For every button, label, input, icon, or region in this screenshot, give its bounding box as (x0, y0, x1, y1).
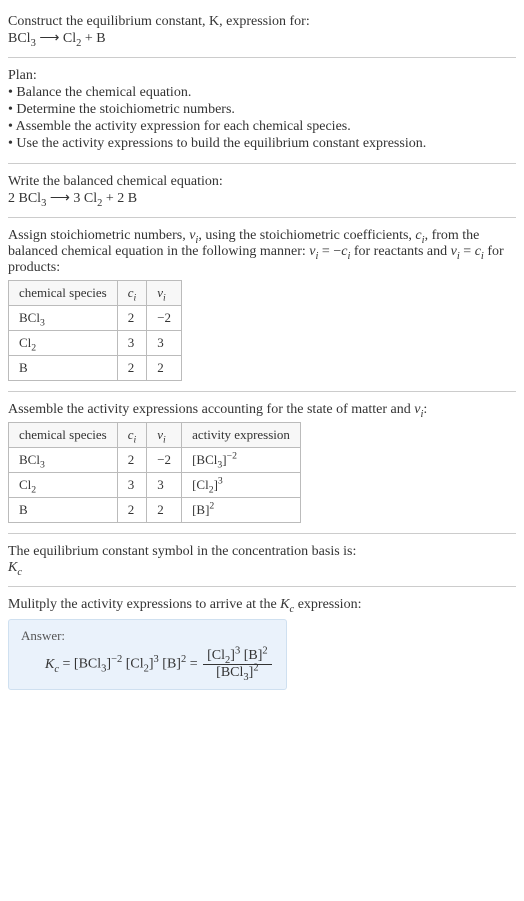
cell-species: Cl2 (9, 331, 118, 356)
answer-expression: Kc = [BCl3]−2 [Cl2]3 [B]2 = [Cl2]3 [B]2 … (21, 648, 274, 681)
cell-activity: [B]2 (182, 498, 301, 523)
cell-ci: 2 (117, 498, 147, 523)
divider (8, 57, 516, 58)
kc-symbol-heading: The equilibrium constant symbol in the c… (8, 544, 516, 560)
activity-section: Assemble the activity expressions accoun… (8, 396, 516, 529)
cell-species: B (9, 356, 118, 381)
cell-species: BCl3 (9, 448, 118, 473)
fraction: [Cl2]3 [B]2 [BCl3]2 (203, 648, 271, 681)
cell-species: Cl2 (9, 473, 118, 498)
cell-species: B (9, 498, 118, 523)
activity-table: chemical species ci νi activity expressi… (8, 422, 301, 523)
balanced-section: Write the balanced chemical equation: 2 … (8, 168, 516, 213)
answer-box: Answer: Kc = [BCl3]−2 [Cl2]3 [B]2 = [Cl2… (8, 619, 287, 690)
balanced-heading: Write the balanced chemical equation: (8, 174, 516, 190)
divider (8, 391, 516, 392)
table-row: BCl3 2 −2 (9, 306, 182, 331)
fraction-numerator: [Cl2]3 [B]2 (203, 648, 271, 665)
stoich-table: chemical species ci νi BCl3 2 −2 Cl2 3 3… (8, 280, 182, 381)
col-ci: ci (117, 281, 147, 306)
cell-ci: 3 (117, 473, 147, 498)
cell-ci: 2 (117, 306, 147, 331)
col-species: chemical species (9, 423, 118, 448)
activity-heading: Assemble the activity expressions accoun… (8, 402, 516, 418)
stoich-heading: Assign stoichiometric numbers, νi, using… (8, 228, 516, 276)
table-row: B 2 2 [B]2 (9, 498, 301, 523)
col-vi: νi (147, 423, 182, 448)
plan-item: • Balance the chemical equation. (8, 85, 516, 101)
plan-section: Plan: • Balance the chemical equation. •… (8, 62, 516, 159)
fraction-denominator: [BCl3]2 (203, 665, 271, 681)
cell-vi: 3 (147, 331, 182, 356)
kc-symbol: Kc (8, 560, 516, 576)
cell-vi: 3 (147, 473, 182, 498)
table-header-row: chemical species ci νi (9, 281, 182, 306)
table-row: B 2 2 (9, 356, 182, 381)
plan-item: • Use the activity expressions to build … (8, 136, 516, 152)
table-row: Cl2 3 3 [Cl2]3 (9, 473, 301, 498)
intro-section: Construct the equilibrium constant, K, e… (8, 8, 516, 53)
intro-line: Construct the equilibrium constant, K, e… (8, 14, 516, 30)
plan-item: • Assemble the activity expression for e… (8, 119, 516, 135)
cell-activity: [Cl2]3 (182, 473, 301, 498)
cell-vi: −2 (147, 306, 182, 331)
balanced-equation: 2 BCl3 ⟶ 3 Cl2 + 2 B (8, 190, 516, 207)
plan-heading: Plan: (8, 68, 516, 84)
cell-vi: −2 (147, 448, 182, 473)
cell-vi: 2 (147, 498, 182, 523)
divider (8, 217, 516, 218)
cell-vi: 2 (147, 356, 182, 381)
stoich-section: Assign stoichiometric numbers, νi, using… (8, 222, 516, 387)
col-vi: νi (147, 281, 182, 306)
multiply-section: Mulitply the activity expressions to arr… (8, 591, 516, 696)
answer-label: Answer: (21, 628, 274, 644)
cell-activity: [BCl3]−2 (182, 448, 301, 473)
col-activity: activity expression (182, 423, 301, 448)
table-row: BCl3 2 −2 [BCl3]−2 (9, 448, 301, 473)
intro-equation: BCl3 ⟶ Cl2 + B (8, 30, 516, 47)
multiply-heading: Mulitply the activity expressions to arr… (8, 597, 516, 613)
col-species: chemical species (9, 281, 118, 306)
cell-ci: 2 (117, 356, 147, 381)
table-row: Cl2 3 3 (9, 331, 182, 356)
kc-symbol-section: The equilibrium constant symbol in the c… (8, 538, 516, 582)
divider (8, 533, 516, 534)
divider (8, 163, 516, 164)
cell-ci: 3 (117, 331, 147, 356)
intro-text: Construct the equilibrium constant, K, e… (8, 14, 310, 29)
table-header-row: chemical species ci νi activity expressi… (9, 423, 301, 448)
cell-species: BCl3 (9, 306, 118, 331)
plan-item: • Determine the stoichiometric numbers. (8, 102, 516, 118)
cell-ci: 2 (117, 448, 147, 473)
col-ci: ci (117, 423, 147, 448)
divider (8, 586, 516, 587)
